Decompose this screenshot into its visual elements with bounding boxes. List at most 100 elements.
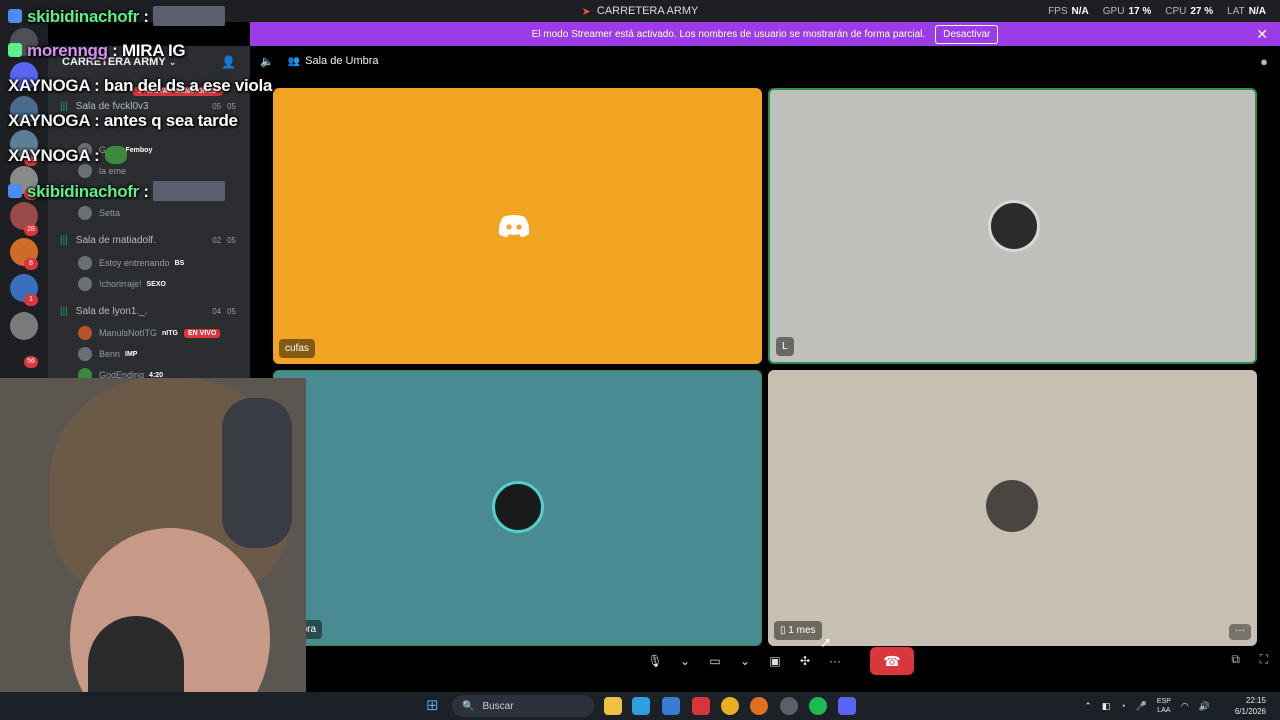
chevron-up-icon[interactable]: ⌃	[1084, 701, 1092, 712]
live-badge: EN VIVO	[183, 328, 221, 338]
windows-start-icon[interactable]: ⊞	[426, 698, 442, 714]
voice-member[interactable]: !chorirraje! SEXO	[78, 275, 248, 293]
office-icon[interactable]	[692, 697, 710, 715]
chevron-down-icon[interactable]: ⌄	[672, 647, 698, 675]
volume-icon[interactable]: 🔊	[1199, 701, 1210, 712]
unread-badge: 56	[24, 356, 38, 368]
speaker-icon: |||	[60, 234, 68, 246]
frog-emote-icon	[105, 146, 128, 164]
avatar	[78, 277, 92, 291]
app-logo-icon: ➤	[581, 5, 591, 18]
close-icon[interactable]: ✕	[1256, 26, 1268, 43]
tray-app-icon[interactable]: ◔	[1120, 701, 1125, 711]
avatar	[78, 206, 92, 220]
fullscreen-icon[interactable]: ⛶	[1260, 652, 1268, 667]
stat-lat: LAT N/A	[1227, 5, 1266, 17]
unread-badge: 1	[24, 294, 38, 306]
system-tray: ⌃ ◧ ◔ 🎤 ESP LAA ◠ 🔊	[1084, 692, 1210, 720]
voice-member[interactable]: ManulsNotITG nITG EN VIVO	[78, 324, 248, 342]
store-icon[interactable]	[662, 697, 680, 715]
voice-room-icon: 👥	[287, 55, 301, 67]
streamer-mode-banner: El modo Streamer está activado. Los nomb…	[250, 22, 1280, 46]
voice-member[interactable]: Estoy entrenando BS	[78, 254, 248, 272]
server-icon[interactable]	[10, 312, 38, 340]
emote-icon	[152, 6, 225, 26]
language-indicator[interactable]: ESP LAA	[1157, 697, 1171, 715]
search-icon: 🔍	[462, 700, 475, 712]
avatar	[986, 480, 1038, 532]
voice-header: 🔈 👥 Sala de Umbra ●	[250, 46, 1280, 76]
add-user-icon[interactable]: 👤	[221, 55, 236, 69]
chat-line: skibidinachofr :	[8, 6, 225, 27]
participant-tile[interactable]: L	[768, 88, 1257, 364]
speaker-icon: |||	[60, 100, 68, 112]
voice-room-name: Sala de Umbra	[305, 55, 379, 67]
steam-icon[interactable]	[780, 697, 798, 715]
speaker-icon: |||	[60, 305, 68, 317]
discord-logo-icon	[498, 215, 530, 237]
participant-name: cufas	[279, 339, 315, 358]
unread-badge: 8	[24, 258, 38, 270]
stat-gpu: GPU 17 %	[1102, 5, 1152, 17]
participant-tile[interactable]: ▯ 1 mes ···	[768, 370, 1257, 646]
avatar	[78, 326, 92, 340]
chat-line: XAYNOGA :	[8, 146, 128, 166]
popout-icon[interactable]: ⧉	[1231, 652, 1240, 667]
chat-line: XAYNOGA : ban del ds a ese viola	[8, 76, 273, 95]
taskbar-clock[interactable]: 22:15 6/1/2026	[1235, 695, 1266, 717]
chat-badge-icon	[8, 184, 22, 198]
chevron-down-icon[interactable]: ⌄	[732, 647, 758, 675]
emote-icon	[152, 181, 225, 201]
chat-badge-icon	[8, 43, 22, 57]
chrome-icon[interactable]	[750, 697, 768, 715]
voice-call-area: 🔈 👥 Sala de Umbra ● cufas L Umbra ▯ 1 me…	[250, 46, 1280, 692]
stat-fps: FPS N/A	[1048, 5, 1089, 17]
participant-name: ▯ 1 mes	[774, 621, 822, 640]
avatar	[78, 347, 92, 361]
chat-badge-icon	[8, 9, 22, 23]
more-icon[interactable]: ···	[822, 647, 848, 675]
taskbar: ⊞ 🔍 Buscar ⌃ ◧ ◔ 🎤 ESP LAA ◠ 🔊 22:15 6/1/2…	[0, 692, 1280, 720]
voice-channel-lyon1[interactable]: ||| Sala de lyon1._. 04 05	[60, 303, 248, 319]
disable-streamer-button[interactable]: Desactivar	[935, 24, 999, 44]
voice-controls: 🎙 ⌄ ▭ ⌄ ▣ ✣ ··· ☎	[642, 646, 914, 676]
headphones-icon	[222, 398, 292, 548]
participant-tile[interactable]: Umbra	[273, 370, 762, 646]
microphone-button[interactable]: 🎙	[642, 647, 668, 675]
mouse-cursor-icon: ➚	[820, 634, 832, 650]
chat-line: skibidinachofr :	[8, 181, 225, 202]
chat-line: morenngg : MIRA IG	[8, 41, 186, 61]
wifi-icon[interactable]: ◠	[1181, 701, 1189, 712]
microphone-icon[interactable]: 🎤	[1136, 701, 1147, 712]
voice-member[interactable]: Setta	[78, 204, 248, 222]
chrome-icon[interactable]	[721, 697, 739, 715]
more-options-button[interactable]: ···	[1229, 624, 1251, 640]
banner-text: El modo Streamer está activado. Los nomb…	[531, 28, 926, 40]
taskbar-search[interactable]: 🔍 Buscar	[452, 695, 594, 717]
avatar	[492, 481, 544, 533]
speaker-icon[interactable]: 🔈	[260, 55, 274, 68]
stat-cpu: CPU 27 %	[1165, 5, 1214, 17]
file-explorer-icon[interactable]	[604, 697, 622, 715]
tray-app-icon[interactable]: ◧	[1102, 701, 1111, 712]
chat-line: XAYNOGA : antes q sea tarde	[8, 111, 238, 130]
unread-badge: 28	[24, 224, 38, 236]
chat-bubble-icon[interactable]: ●	[1260, 54, 1268, 69]
avatar	[78, 256, 92, 270]
edge-icon[interactable]	[632, 697, 650, 715]
spotify-icon[interactable]	[809, 697, 827, 715]
window-title: CARRETERA ARMY	[596, 5, 699, 17]
webcam-overlay	[0, 378, 306, 720]
voice-channel-matiadolf[interactable]: ||| Sala de matiadolf. 02 05	[60, 232, 248, 248]
avatar	[78, 164, 92, 178]
disconnect-button[interactable]: ☎	[870, 647, 914, 675]
voice-member[interactable]: Benn IMP	[78, 345, 248, 363]
avatar	[988, 200, 1040, 252]
camera-off-button[interactable]: ▭	[702, 647, 728, 675]
participant-name: L	[776, 337, 794, 356]
discord-icon[interactable]	[838, 697, 856, 715]
participant-tile[interactable]: cufas	[273, 88, 762, 364]
screen-share-button[interactable]: ▣	[762, 647, 788, 675]
activities-button[interactable]: ✣	[792, 647, 818, 675]
performance-stats: FPS N/A GPU 17 % CPU 27 % LAT N/A	[1048, 0, 1266, 22]
